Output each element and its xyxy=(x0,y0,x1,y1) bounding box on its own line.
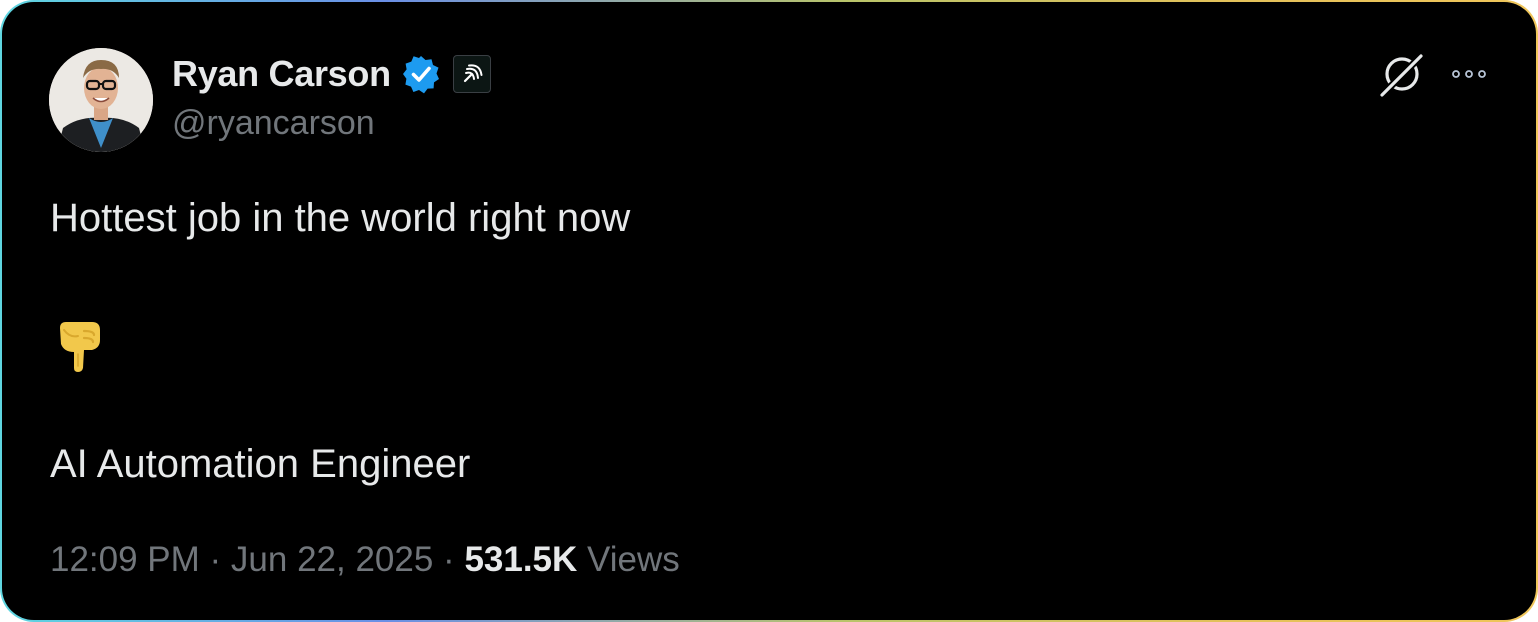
author-name-row: Ryan Carson xyxy=(172,52,491,96)
tweet-time[interactable]: 12:09 PM xyxy=(50,540,200,579)
views-count[interactable]: 531.5K xyxy=(464,540,577,579)
avatar[interactable] xyxy=(49,48,153,152)
more-options-button[interactable] xyxy=(1446,58,1492,90)
author-handle[interactable]: @ryancarson xyxy=(172,104,375,143)
meta-separator: · xyxy=(433,540,465,579)
meta-separator: · xyxy=(199,540,231,579)
affiliate-badge-icon[interactable] xyxy=(452,55,491,93)
grok-icon xyxy=(1379,53,1424,98)
views-label[interactable]: Views xyxy=(587,540,680,579)
tweet-text-line-3: AI Automation Engineer xyxy=(50,442,471,486)
tweet-meta: 12:09 PM · Jun 22, 2025 · 531.5K Views xyxy=(50,540,680,580)
verified-badge-icon[interactable] xyxy=(401,54,441,94)
tweet-date[interactable]: Jun 22, 2025 xyxy=(231,540,433,579)
author-display-name[interactable]: Ryan Carson xyxy=(172,53,391,95)
avatar-image xyxy=(49,48,153,152)
tweet-card: Ryan Carson @ryancarson Hottest job in t… xyxy=(2,2,1536,620)
pointing-down-emoji-icon xyxy=(56,320,102,372)
grok-button[interactable] xyxy=(1376,50,1426,100)
tweet-text-line-1: Hottest job in the world right now xyxy=(50,196,631,240)
card-border: Ryan Carson @ryancarson Hottest job in t… xyxy=(0,0,1538,622)
more-icon xyxy=(1452,70,1486,78)
